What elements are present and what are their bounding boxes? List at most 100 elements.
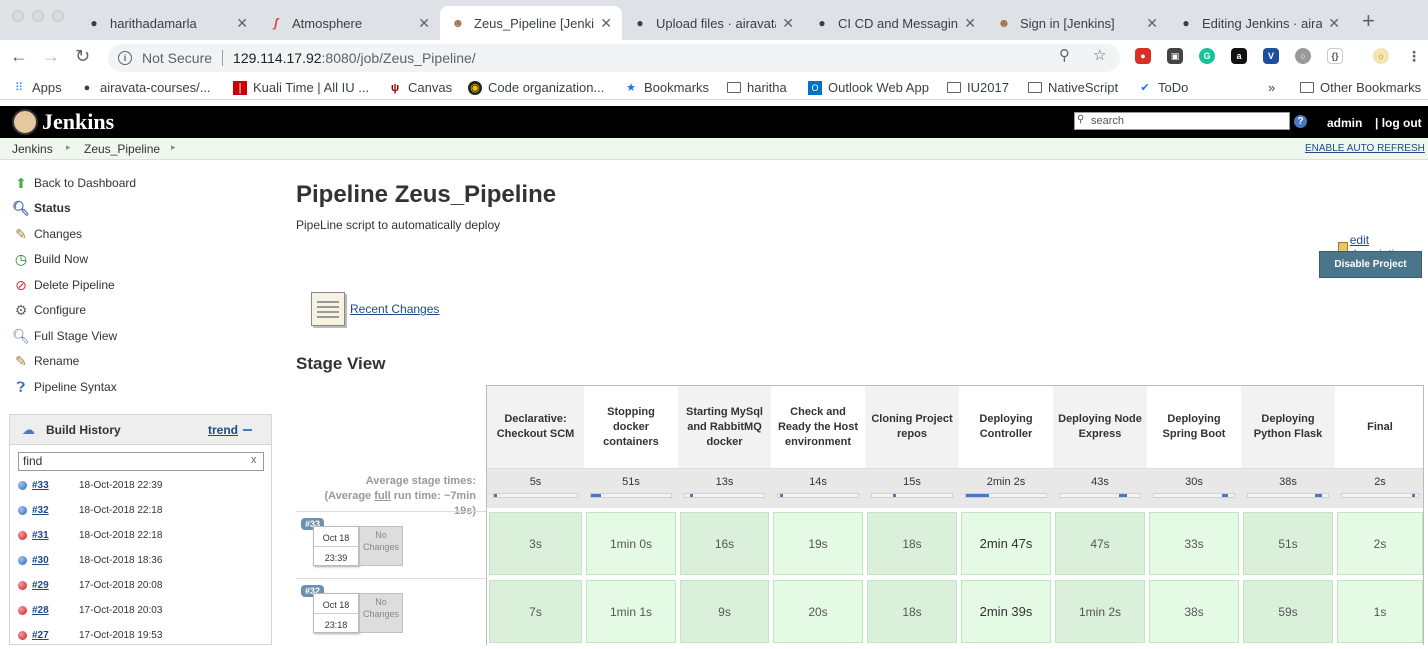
build-number-link[interactable]: #29 [32,580,49,591]
extension-adblock-icon[interactable]: ● [1135,48,1151,64]
notepad-icon[interactable] [311,292,345,326]
extension-amazon-icon[interactable]: a [1231,48,1247,64]
extension-lock-icon[interactable]: ▣ [1167,48,1183,64]
jenkins-brand[interactable]: Jenkins [42,109,114,135]
extension-circle-icon[interactable]: ○ [1295,48,1311,64]
build-filter-input[interactable]: find [18,452,264,471]
build-row[interactable]: #33 18-Oct-2018 22:39 [10,474,271,499]
bookmark-item[interactable]: | Kuali Time | All IU ... [233,80,369,95]
bookmark-item[interactable]: ★ Bookmarks [624,80,709,95]
stage-run-cell[interactable]: 1min 1s [586,580,676,643]
info-icon[interactable]: i [118,51,132,65]
build-number-link[interactable]: #30 [32,555,49,566]
stage-run-cell[interactable]: 18s [867,580,957,643]
browser-menu-icon[interactable]: ⋮ [1406,48,1422,64]
breadcrumb-job[interactable]: Zeus_Pipeline [84,142,160,156]
build-row[interactable]: #32 18-Oct-2018 22:18 [10,499,271,524]
task-changes[interactable]: ✎ Changes [12,225,82,243]
task-rename[interactable]: ✎ Rename [12,352,79,370]
task-full-stage-view[interactable]: 🔍︎ Full Stage View [12,327,117,345]
tab-close-icon[interactable]: ✕ [600,15,612,32]
reload-icon[interactable]: ↻ [75,46,90,67]
build-number-link[interactable]: #27 [32,630,49,641]
build-row[interactable]: #27 17-Oct-2018 19:53 [10,624,271,649]
stage-run-cell[interactable]: 7s [489,580,582,643]
window-minimize-button[interactable] [32,10,44,22]
build-number-link[interactable]: #32 [32,505,49,516]
stage-run-cell[interactable]: 47s [1055,512,1145,575]
task-status[interactable]: 🔍︎ Status [12,199,71,217]
profile-avatar-icon[interactable]: ☼ [1373,48,1389,64]
build-number-link[interactable]: #28 [32,605,49,616]
extension-vpn-icon[interactable]: V [1263,48,1279,64]
stage-run-cell[interactable]: 38s [1149,580,1239,643]
disable-project-button[interactable]: Disable Project [1319,251,1422,278]
browser-tab[interactable]: ☻ Sign in [Jenkins] ✕ [986,6,1168,40]
search-input[interactable]: search [1074,112,1290,130]
bookmarks-overflow-button[interactable]: » [1268,80,1275,95]
jenkins-logo-icon[interactable] [12,109,38,135]
browser-tab[interactable]: ● CI CD and Messaging ✕ [804,6,986,40]
tab-close-icon[interactable]: ✕ [236,15,248,32]
stage-run-cell[interactable]: 3s [489,512,582,575]
bookmark-apps[interactable]: ⠿ Apps [12,80,62,95]
bookmark-item[interactable]: ● airavata-courses/... [80,80,211,95]
stage-run-cell[interactable]: 1s [1337,580,1423,643]
stage-run-cell[interactable]: 2s [1337,512,1423,575]
user-link[interactable]: admin [1327,116,1362,130]
window-zoom-button[interactable] [52,10,64,22]
stage-run-cell[interactable]: 19s [773,512,863,575]
bookmark-folder[interactable]: haritha [727,80,787,95]
back-arrow-icon[interactable]: ← [10,46,28,67]
bookmark-item[interactable]: ψ Canvas [388,80,452,95]
breadcrumb-arrow-icon[interactable]: ▸ [66,142,71,153]
build-row[interactable]: #31 18-Oct-2018 22:18 [10,524,271,549]
bookmark-folder[interactable]: NativeScript [1028,80,1118,95]
task-build-now[interactable]: ◷ Build Now [12,250,88,268]
recent-changes-link[interactable]: Recent Changes [350,302,439,316]
tab-close-icon[interactable]: ✕ [418,15,430,32]
bookmark-item[interactable]: O Outlook Web App [808,80,929,95]
build-row[interactable]: #30 18-Oct-2018 18:36 [10,549,271,574]
task-configure[interactable]: ⚙ Configure [12,301,86,319]
new-tab-button[interactable]: + [1362,8,1375,34]
logout-link[interactable]: | log out [1375,116,1422,130]
forward-arrow-icon[interactable]: → [42,46,60,67]
build-number-link[interactable]: #31 [32,530,49,541]
task-back-to-dashboard[interactable]: ⬆ Back to Dashboard [12,174,136,192]
bookmark-star-icon[interactable]: ☆ [1093,46,1106,64]
bookmark-item[interactable]: ◉ Code organization... [468,80,604,95]
address-bar[interactable]: i Not Secure 129.114.17.92 :8080/job/Zeu… [108,44,1120,72]
build-row[interactable]: #29 17-Oct-2018 20:08 [10,574,271,599]
stage-run-cell[interactable]: 1min 0s [586,512,676,575]
other-bookmarks-folder[interactable]: Other Bookmarks [1300,80,1421,95]
tab-close-icon[interactable]: ✕ [964,15,976,32]
window-close-button[interactable] [12,10,24,22]
stage-run-cell[interactable]: 51s [1243,512,1333,575]
tab-close-icon[interactable]: ✕ [1328,15,1340,32]
stage-run-cell[interactable]: 33s [1149,512,1239,575]
tab-close-icon[interactable]: ✕ [1146,15,1158,32]
stage-run-cell[interactable]: 59s [1243,580,1333,643]
enable-auto-refresh-link[interactable]: ENABLE AUTO REFRESH [1305,143,1425,154]
trend-link[interactable]: trend [208,423,238,437]
build-row[interactable]: #28 17-Oct-2018 20:03 [10,599,271,624]
browser-tab-active[interactable]: ☻ Zeus_Pipeline [Jenkins] ✕ [440,6,622,40]
stage-run-cell[interactable]: 2min 47s [961,512,1051,575]
stage-run-cell[interactable]: 1min 2s [1055,580,1145,643]
zoom-icon[interactable]: ⚲ [1059,46,1070,64]
extension-json-icon[interactable]: {} [1327,48,1343,64]
bookmark-item[interactable]: ✔ ToDo [1138,80,1188,95]
build-number-link[interactable]: #33 [32,480,49,491]
task-pipeline-syntax[interactable]: ❓︎ Pipeline Syntax [12,378,117,396]
tab-close-icon[interactable]: ✕ [782,15,794,32]
breadcrumb-arrow-icon[interactable]: ▸ [171,142,176,153]
extension-grammarly-icon[interactable]: G [1199,48,1215,64]
clear-filter-icon[interactable]: x [251,454,257,466]
browser-tab[interactable]: ● harithadamarla ✕ [76,6,258,40]
stage-run-cell[interactable]: 2min 39s [961,580,1051,643]
stage-run-cell[interactable]: 9s [680,580,769,643]
help-icon[interactable]: ? [1294,115,1307,128]
browser-tab[interactable]: ● Editing Jenkins · airavata ✕ [1168,6,1350,40]
stage-run-cell[interactable]: 16s [680,512,769,575]
